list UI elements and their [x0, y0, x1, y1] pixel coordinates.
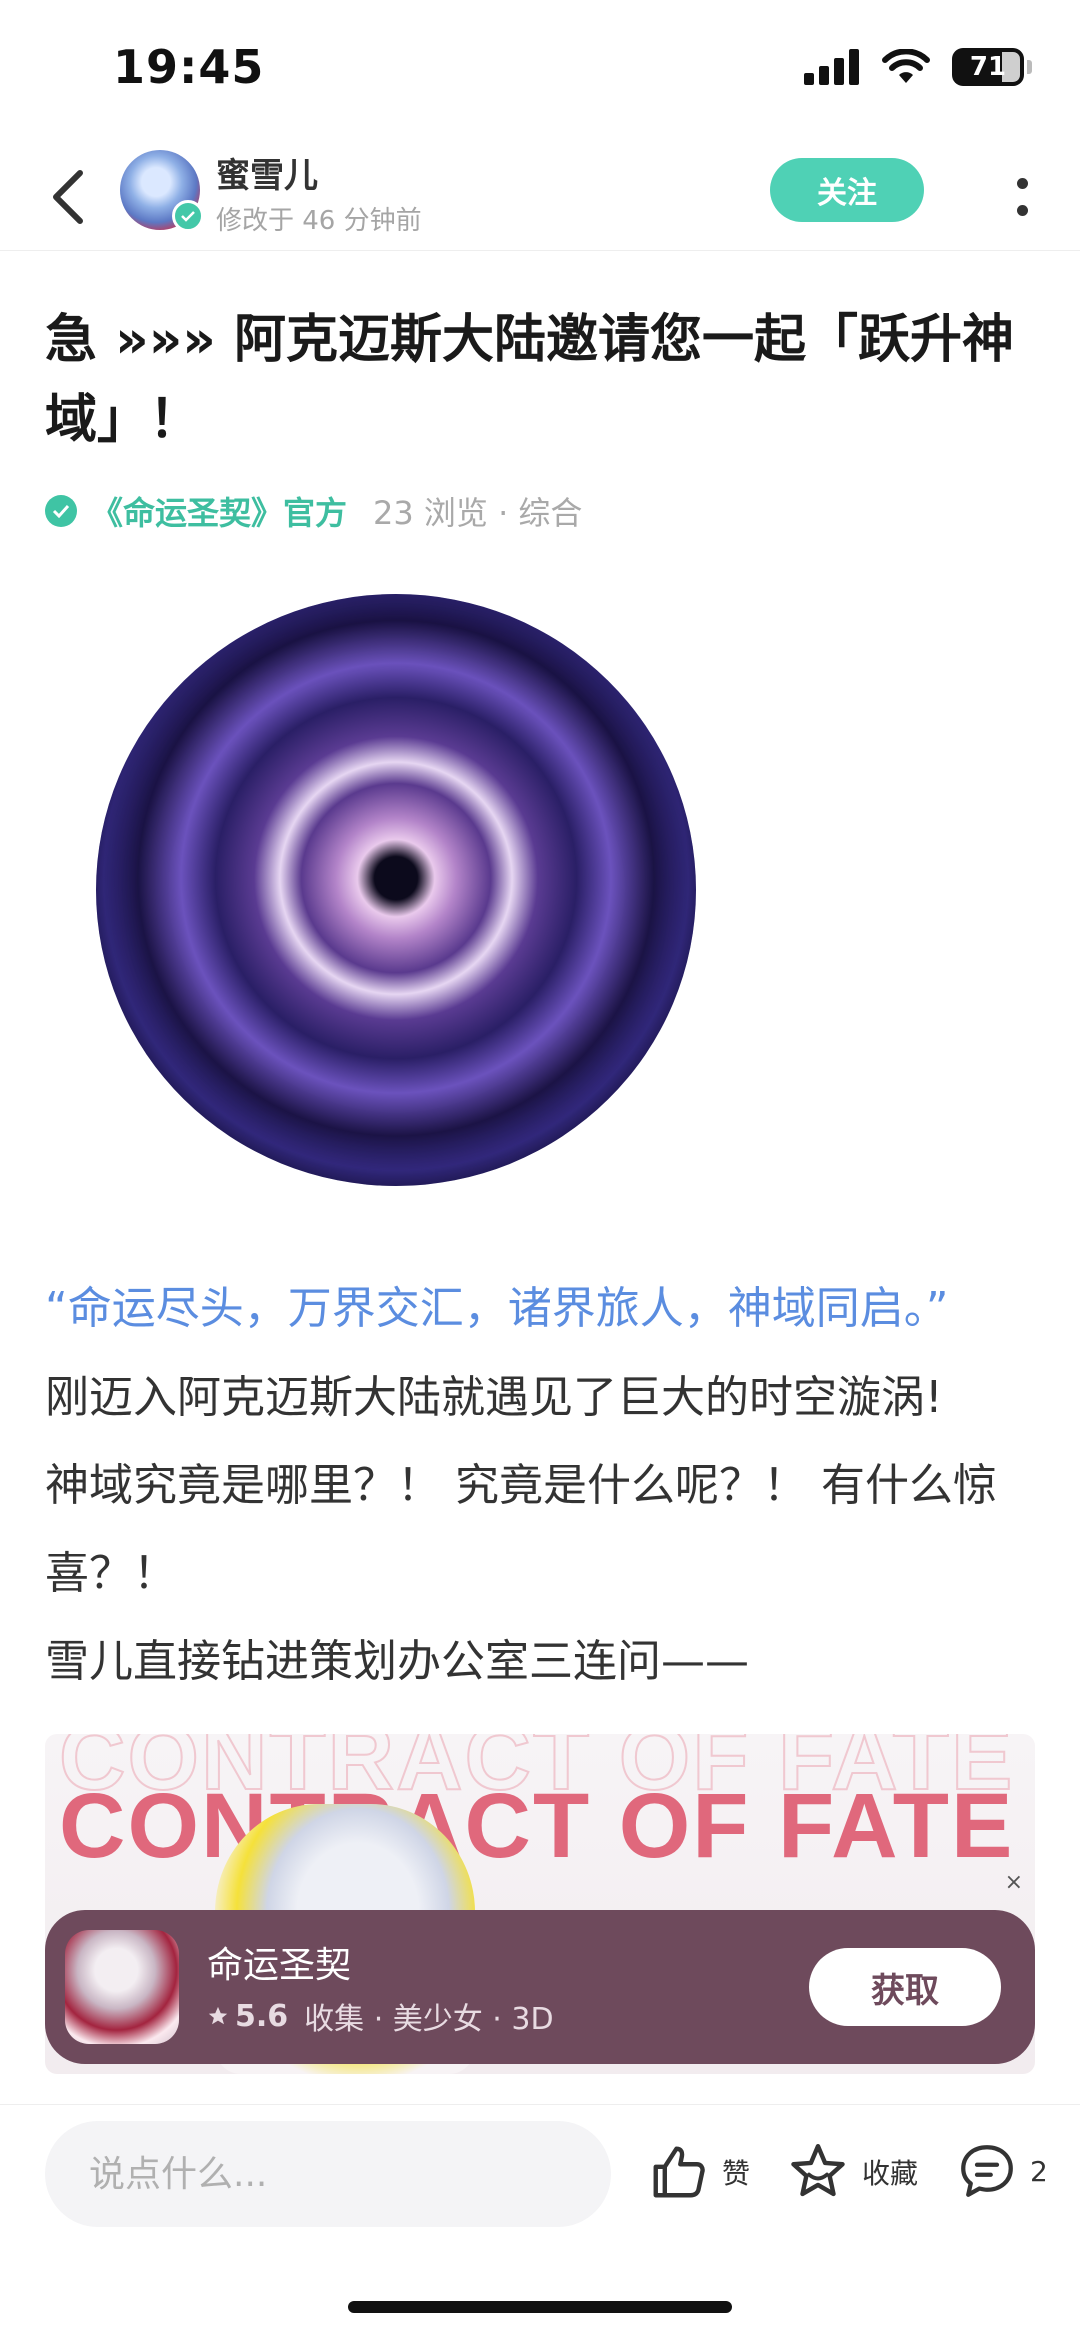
comment-button[interactable]: 2	[956, 2141, 1048, 2201]
favorite-button[interactable]: 收藏	[786, 2141, 918, 2203]
username[interactable]: 蜜雪儿	[216, 148, 318, 197]
official-source[interactable]: 《命运圣契》官方	[91, 488, 347, 534]
comment-icon	[961, 2145, 1013, 2197]
get-button[interactable]: 获取	[809, 1948, 1001, 2026]
thumbs-up-icon	[653, 2146, 705, 2198]
app-meta: 5.6 收集 · 美少女 · 3D	[207, 1994, 554, 2038]
paragraph-1: 刚迈入阿克迈斯大陆就遇见了巨大的时空漩涡!	[45, 1372, 943, 1423]
like-label: 赞	[722, 2157, 751, 2190]
comment-input[interactable]	[45, 2121, 611, 2227]
verified-icon	[172, 200, 204, 232]
battery-icon: 71	[952, 48, 1032, 86]
post-meta: 《命运圣契》官方 23 浏览 · 综合	[45, 488, 582, 534]
app-card[interactable]: 命运圣契 5.6 收集 · 美少女 · 3D 获取	[45, 1910, 1035, 2064]
edit-time: 修改于 46 分钟前	[216, 206, 422, 236]
back-arrow-icon	[53, 170, 83, 224]
favorite-label: 收藏	[862, 2157, 919, 2190]
status-time: 19:45	[113, 40, 265, 94]
banner-title: CONTRACT OF FATE	[59, 1775, 1015, 1877]
vortex-image[interactable]	[96, 594, 696, 1186]
battery-level: 71	[969, 52, 1007, 82]
paragraph-2: 神域究竟是哪里？！ 究竟是什么呢？！ 有什么惊喜？！	[45, 1460, 997, 1599]
quote-text: “命运尽头，万界交汇，诸界旅人，神域同启。”	[45, 1283, 949, 1334]
post-header: 蜜雪儿 修改于 46 分钟前 关注	[0, 140, 1080, 251]
star-icon	[208, 2006, 228, 2025]
avatar[interactable]	[120, 150, 204, 232]
app-icon	[65, 1930, 179, 2044]
app-tags: 收集 · 美少女 · 3D	[304, 2002, 554, 2037]
home-indicator[interactable]	[348, 2301, 732, 2313]
follow-button[interactable]: 关注	[770, 158, 924, 222]
like-button[interactable]: 赞	[648, 2141, 750, 2203]
star-outline-icon	[791, 2143, 845, 2197]
signal-icon	[804, 49, 859, 85]
back-button[interactable]	[38, 162, 98, 232]
more-icon[interactable]	[1005, 162, 1039, 232]
post-title: 急 »»» 阿克迈斯大陆邀请您一起「跃升神域」！	[45, 310, 1014, 450]
bottom-bar: 赞 收藏 2	[0, 2104, 1080, 2338]
post-stats: 23 浏览 · 综合	[373, 494, 583, 532]
close-icon[interactable]: ×	[1005, 1870, 1023, 1895]
status-icons: 71	[804, 48, 1032, 86]
app-name: 命运圣契	[207, 1945, 352, 1986]
official-verified-icon	[45, 495, 77, 527]
paragraph-3: 雪儿直接钻进策划办公室三连问——	[45, 1636, 749, 1687]
comment-count: 2	[1030, 2154, 1048, 2188]
wifi-icon	[882, 49, 930, 83]
app-score: 5.6	[235, 1998, 289, 2034]
